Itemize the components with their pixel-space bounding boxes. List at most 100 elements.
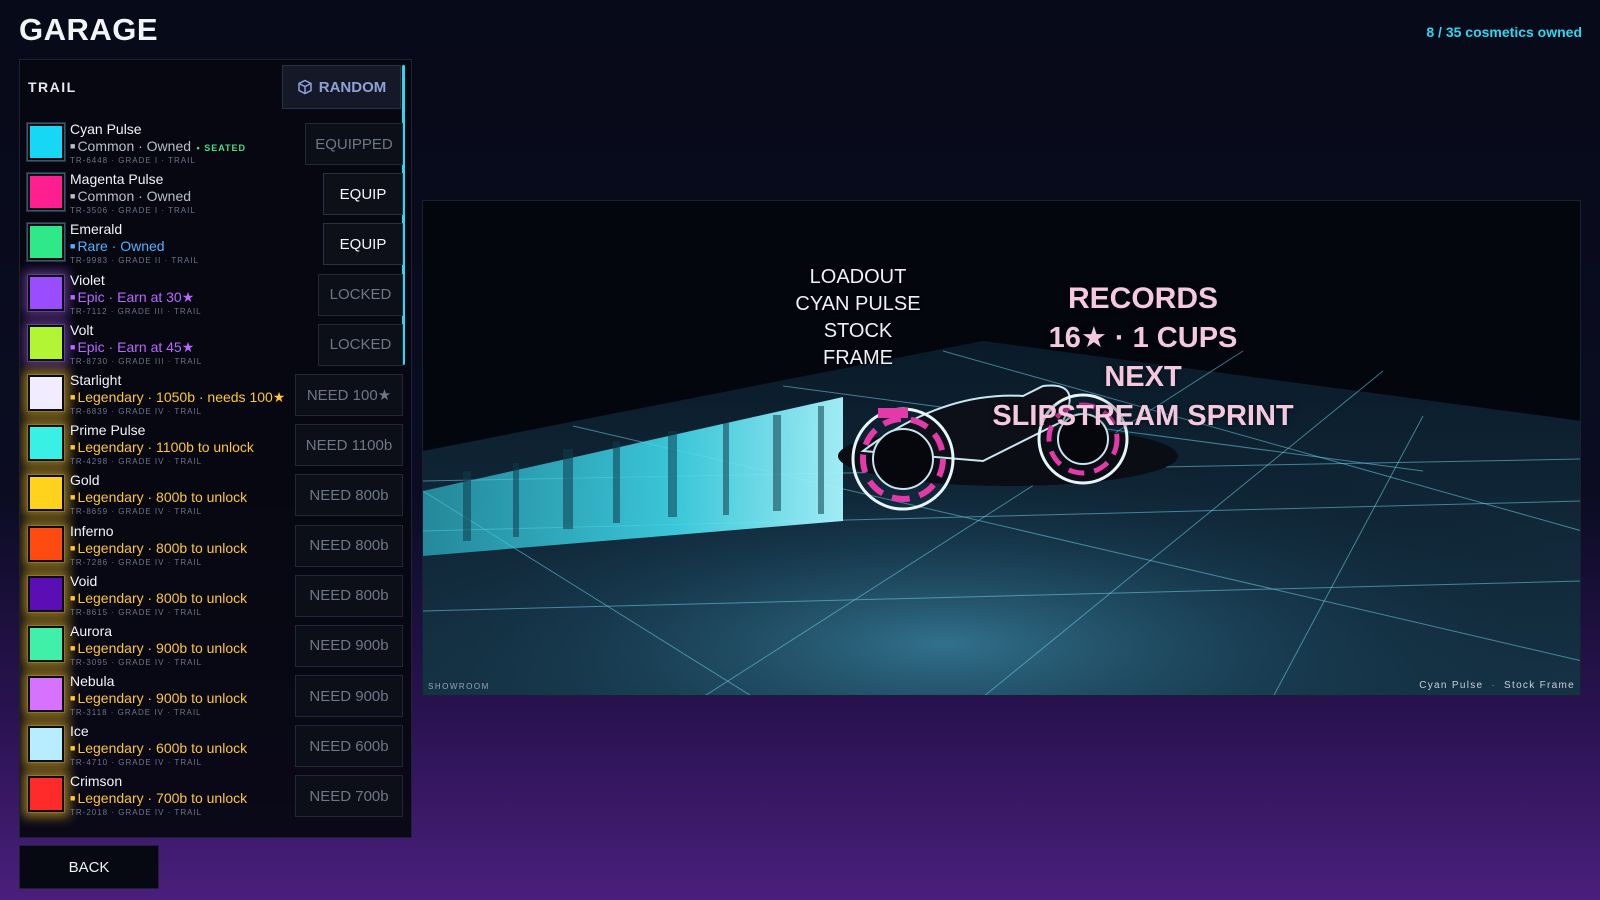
- item-status-text: Legendary · 700b to unlock: [77, 790, 248, 807]
- item-name: Starlight: [70, 371, 122, 388]
- item-code: TR-3095 · GRADE IV · TRAIL: [70, 657, 203, 667]
- list-item[interactable]: Crimson ■ Legendary · 700b to unlock TR-201…: [20, 770, 411, 820]
- item-name: Violet: [70, 271, 105, 288]
- rarity-dot-icon: ■: [70, 642, 76, 653]
- unlock-requirement-button[interactable]: NEED 900b: [295, 675, 403, 718]
- rarity-dot-icon: ■: [70, 341, 76, 352]
- item-code: TR-6839 · GRADE IV · TRAIL: [70, 406, 203, 416]
- panel-header: TRAIL RANDOM: [20, 60, 411, 114]
- list-item[interactable]: Inferno ■ Legendary · 800b to unlock TR-728…: [20, 520, 411, 570]
- list-item[interactable]: Violet ■ Epic · Earn at 30★ TR-7112 · GRADE…: [20, 269, 411, 319]
- loadout-trail: CYAN PULSE: [795, 293, 921, 315]
- rarity-dot-icon: ■: [70, 592, 76, 603]
- caption-trail: Cyan Pulse: [1419, 680, 1484, 691]
- records-stats: 16★ · 1 CUPS: [1048, 322, 1238, 354]
- list-item[interactable]: Magenta Pulse ■ Common · Owned TR-3506 · GR…: [20, 168, 411, 218]
- unlock-requirement-button[interactable]: NEED 800b: [295, 474, 403, 517]
- unlock-requirement-button[interactable]: NEED 800b: [295, 524, 403, 567]
- rarity-dot-icon: ■: [70, 191, 76, 202]
- item-name: Nebula: [70, 673, 115, 690]
- item-status-text: Legendary · 1100b to unlock: [77, 439, 254, 456]
- item-status: ■ Legendary · 600b to unlock: [70, 740, 247, 756]
- list-item[interactable]: Aurora ■ Legendary · 900b to unlock TR-3095…: [20, 620, 411, 670]
- color-swatch: [27, 474, 65, 513]
- color-swatch: [27, 524, 65, 563]
- list-item[interactable]: Void ■ Legendary · 800b to unlock TR-8615 ·…: [20, 570, 411, 620]
- item-code: TR-7112 · GRADE III · TRAIL: [70, 306, 202, 316]
- item-code: TR-7286 · GRADE IV · TRAIL: [70, 557, 203, 567]
- unlock-requirement-button[interactable]: NEED 1100b: [295, 424, 403, 467]
- color-swatch: [27, 223, 65, 262]
- item-code: TR-2018 · GRADE IV · TRAIL: [70, 808, 203, 818]
- equip-button[interactable]: EQUIP: [323, 223, 403, 266]
- item-name: Inferno: [70, 522, 114, 539]
- item-code: TR-3506 · GRADE I · TRAIL: [70, 206, 196, 216]
- owned-count: 8 / 35 cosmetics owned: [1426, 24, 1582, 40]
- rarity-dot-icon: ■: [70, 442, 76, 453]
- item-status: ■ Legendary · 800b to unlock: [70, 540, 247, 556]
- list-item[interactable]: Emerald ■ Rare · Owned TR-9983 · GRADE II ·…: [20, 218, 411, 268]
- item-status: ■ Epic · Earn at 30★: [70, 289, 194, 306]
- unlock-requirement-button[interactable]: NEED 600b: [295, 725, 403, 768]
- list-item[interactable]: Nebula ■ Legendary · 900b to unlock TR-3118…: [20, 670, 411, 720]
- item-status-text: Legendary · 900b to unlock: [77, 690, 248, 707]
- item-status-text: Legendary · 600b to unlock: [77, 740, 248, 757]
- item-code: TR-8659 · GRADE IV · TRAIL: [70, 507, 203, 517]
- item-status: ■ Legendary · 1050b · needs 100★: [70, 389, 285, 406]
- item-status-text: Legendary · 900b to unlock: [77, 639, 248, 656]
- item-status: ■ Epic · Earn at 45★: [70, 339, 194, 356]
- list-item[interactable]: Volt ■ Epic · Earn at 45★ TR-8730 · GRADE I…: [20, 319, 411, 369]
- equipped-button[interactable]: EQUIPPED: [305, 123, 403, 165]
- color-swatch: [27, 675, 65, 714]
- list-item[interactable]: Starlight ■ Legendary · 1050b · needs 100★…: [20, 369, 411, 419]
- loadout-title: LOADOUT: [809, 266, 907, 288]
- rarity-dot-icon: ■: [70, 743, 76, 754]
- color-swatch: [27, 725, 65, 764]
- random-label: RANDOM: [318, 78, 387, 96]
- records-next-race: SLIPSTREAM SPRINT: [992, 400, 1294, 432]
- color-swatch: [27, 123, 65, 161]
- item-name: Gold: [70, 472, 100, 489]
- rarity-dot-icon: ■: [70, 291, 76, 302]
- unlock-requirement-button[interactable]: NEED 100★: [295, 373, 403, 416]
- unlock-requirement-button[interactable]: NEED 900b: [295, 624, 403, 667]
- cosmetics-panel: TRAIL RANDOM Cyan Pulse ■ Common · Owned •…: [19, 59, 412, 838]
- trail-list: Cyan Pulse ■ Common · Owned • SEATED TR-644…: [20, 118, 411, 821]
- item-name: Prime Pulse: [70, 422, 146, 439]
- page-title: GARAGE: [19, 12, 159, 47]
- item-status-text: Epic · Earn at 45★: [77, 338, 195, 355]
- item-status: ■ Legendary · 700b to unlock: [70, 790, 247, 806]
- seated-dot-icon: •: [193, 143, 205, 153]
- list-item[interactable]: Cyan Pulse ■ Common · Owned • SEATED TR-644…: [20, 118, 411, 168]
- unlock-requirement-button[interactable]: NEED 800b: [295, 574, 403, 617]
- item-status-text: Legendary · 800b to unlock: [77, 489, 248, 506]
- rarity-dot-icon: ■: [70, 141, 76, 151]
- item-name: Volt: [70, 321, 94, 338]
- item-name: Magenta Pulse: [70, 171, 164, 188]
- locked-button[interactable]: LOCKED: [318, 323, 403, 366]
- loadout-text: LOADOUT CYAN PULSE STOCK FRAME: [793, 264, 923, 372]
- item-status: ■ Common · Owned: [70, 188, 191, 204]
- item-code: TR-9983 · GRADE II · TRAIL: [70, 256, 199, 266]
- item-code: TR-8615 · GRADE IV · TRAIL: [70, 607, 203, 617]
- color-swatch: [27, 323, 65, 362]
- list-item[interactable]: Ice ■ Legendary · 600b to unlock TR-4710 · …: [20, 720, 411, 770]
- rarity-dot-icon: ■: [70, 693, 76, 704]
- unlock-requirement-button[interactable]: NEED 700b: [295, 775, 403, 818]
- item-name: Void: [70, 572, 98, 589]
- item-status-text: Common · Owned: [77, 188, 192, 205]
- item-status-text: Epic · Earn at 30★: [77, 288, 195, 305]
- list-item[interactable]: Gold ■ Legendary · 800b to unlock TR-8659 ·…: [20, 469, 411, 519]
- item-status-text: Common · Owned: [77, 138, 192, 154]
- item-status: ■ Legendary · 900b to unlock: [70, 690, 247, 706]
- equip-button[interactable]: EQUIP: [323, 173, 403, 216]
- item-status: ■ Legendary · 900b to unlock: [70, 640, 247, 656]
- random-button[interactable]: RANDOM: [282, 65, 401, 109]
- item-status-text: Legendary · 1050b · needs 100★: [77, 388, 286, 405]
- item-name: Crimson: [70, 773, 123, 790]
- list-item[interactable]: Prime Pulse ■ Legendary · 1100b to unlock T…: [20, 419, 411, 469]
- showroom-viewport[interactable]: LOADOUT CYAN PULSE STOCK FRAME RECORDS 1…: [422, 200, 1581, 696]
- back-button[interactable]: BACK: [19, 845, 159, 889]
- locked-button[interactable]: LOCKED: [318, 273, 403, 316]
- item-status: ■ Legendary · 800b to unlock: [70, 590, 247, 606]
